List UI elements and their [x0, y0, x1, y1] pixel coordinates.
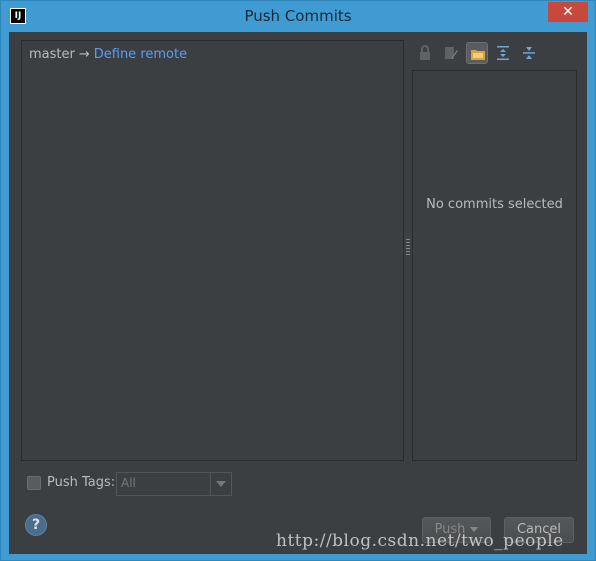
close-button[interactable]: ✕: [548, 2, 588, 22]
empty-state-text: No commits selected: [426, 197, 563, 212]
watermark-text: http://blog.csdn.net/two_people: [276, 531, 564, 551]
folder-icon[interactable]: [466, 42, 488, 64]
edit-icon[interactable]: [440, 42, 462, 64]
push-tags-checkbox[interactable]: [27, 476, 41, 490]
title-bar[interactable]: IJ Push Commits ✕: [1, 1, 595, 32]
splitter-handle[interactable]: [406, 239, 410, 255]
branch-name: master: [29, 47, 75, 62]
help-button[interactable]: ?: [25, 514, 47, 536]
combo-divider: [210, 473, 211, 495]
chevron-down-icon[interactable]: [216, 481, 226, 487]
tags-select[interactable]: All: [116, 472, 232, 496]
expand-all-icon[interactable]: [492, 42, 514, 64]
lock-icon[interactable]: [414, 42, 436, 64]
push-tags-row: Push Tags: All: [27, 472, 327, 498]
push-commits-window: IJ Push Commits ✕ master→ Define remote: [0, 0, 596, 561]
dialog-content: master → Define remote No commits selected: [9, 32, 587, 554]
arrow-icon: →: [78, 47, 90, 62]
window-title: Push Commits: [244, 7, 352, 25]
define-remote-link[interactable]: Define remote: [94, 47, 187, 62]
push-tags-label[interactable]: Push Tags:: [47, 475, 115, 490]
push-tree-panel[interactable]: master → Define remote: [21, 40, 404, 461]
collapse-all-icon[interactable]: [518, 42, 540, 64]
tags-select-value: All: [121, 476, 136, 490]
branch-row[interactable]: master → Define remote: [29, 47, 187, 62]
commit-details-panel: No commits selected: [412, 70, 577, 461]
details-toolbar: [414, 42, 584, 66]
